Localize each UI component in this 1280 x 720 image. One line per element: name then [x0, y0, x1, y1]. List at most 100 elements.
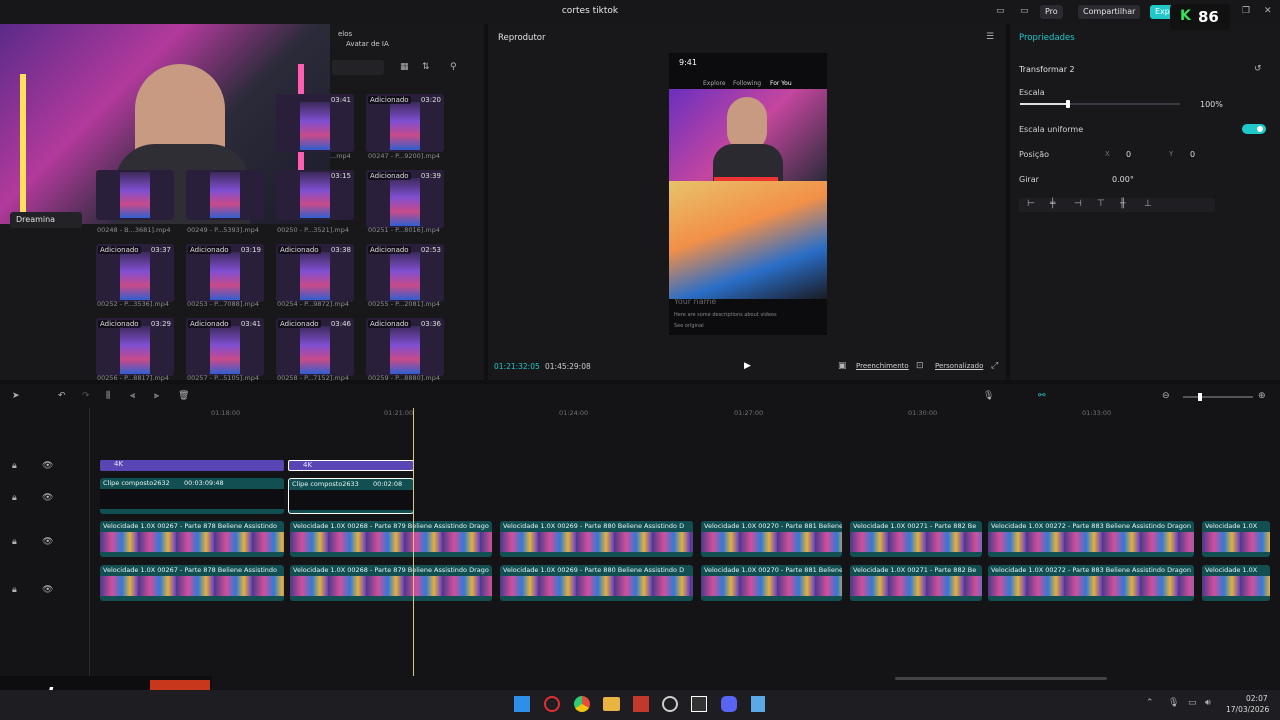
layout-icon[interactable]: ▭	[996, 6, 1005, 16]
align-middle-icon[interactable]: ╫	[1120, 199, 1125, 209]
clock-time[interactable]: 02:07	[1246, 694, 1268, 703]
video-clip[interactable]: Velocidade 1.0X 00269 - Parte 880 Belien…	[500, 565, 693, 601]
redo-icon[interactable]: ↷	[82, 391, 90, 401]
media-thumb[interactable]: Adicionado 03:19	[186, 244, 264, 302]
capcut-icon[interactable]	[691, 696, 707, 712]
media-thumb[interactable]: Adicionado 03:37	[96, 244, 174, 302]
fullscreen-icon[interactable]: ⤢	[991, 361, 998, 371]
chrome-icon[interactable]	[574, 696, 590, 712]
delete-icon[interactable]: 🗑	[178, 391, 189, 401]
video-clip[interactable]: Velocidade 1.0X	[1202, 565, 1270, 601]
media-thumb[interactable]: Adicionado 03:41	[186, 318, 264, 376]
video-clip[interactable]: Velocidade 1.0X 00267 - Parte 878 Belien…	[100, 521, 284, 557]
tab-models[interactable]: elos	[338, 30, 352, 38]
video-clip[interactable]: Velocidade 1.0X 00271 - Parte 882 Be	[850, 565, 982, 601]
filter-icon[interactable]: ⚲	[450, 62, 457, 72]
ratio-icon[interactable]: ▣	[838, 361, 847, 371]
undo-icon[interactable]: ↶	[58, 391, 66, 401]
grid-view-icon[interactable]: ▦	[400, 62, 409, 72]
video-clip[interactable]: Velocidade 1.0X 00270 - Parte 881 Belien…	[701, 521, 842, 557]
mic-icon[interactable]: 🎙	[983, 391, 994, 401]
track-lock-icon[interactable]: 🔒︎	[12, 585, 17, 595]
media-thumb[interactable]: Adicionado 02:53	[366, 244, 444, 302]
track-lock-icon[interactable]: 🔒︎	[12, 493, 17, 503]
sidebar-item-dreamina[interactable]: Dreamina	[10, 212, 82, 228]
layout-menu-icon[interactable]: ▭	[1020, 6, 1029, 16]
track-eye-icon[interactable]: 👁︎	[42, 493, 53, 503]
tray-chevron-icon[interactable]: ⌃	[1146, 698, 1154, 708]
track-eye-icon[interactable]: 👁︎	[42, 537, 53, 547]
reset-icon[interactable]: ↺	[1254, 64, 1262, 74]
select-tool-icon[interactable]: ➤	[12, 391, 20, 401]
video-clip[interactable]: Velocidade 1.0X 00270 - Parte 881 Belien…	[701, 565, 842, 601]
media-thumb[interactable]: 03:41	[276, 94, 354, 152]
media-thumb[interactable]: Adicionado 03:39	[366, 170, 444, 228]
video-clip[interactable]: Velocidade 1.0X	[1202, 521, 1270, 557]
clock-date[interactable]: 17/03/2026	[1226, 705, 1269, 714]
track-eye-icon[interactable]: 👁︎	[42, 461, 53, 471]
menu-icon[interactable]: ☰	[986, 32, 994, 42]
video-clip[interactable]: Velocidade 1.0X 00267 - Parte 878 Belien…	[100, 565, 284, 601]
mic-tray-icon[interactable]: 🎙	[1168, 698, 1179, 708]
timeline-scrollbar[interactable]	[895, 677, 1107, 680]
video-clip[interactable]: Velocidade 1.0X 00268 - Parte 879 Belien…	[290, 521, 492, 557]
search-input[interactable]	[332, 60, 384, 75]
close-icon[interactable]: ✕	[1264, 6, 1272, 16]
scale-value[interactable]: 100%	[1200, 100, 1223, 109]
magnet-icon[interactable]: ⚯	[1038, 391, 1046, 401]
align-top-icon[interactable]: ⊤	[1097, 199, 1105, 209]
media-thumb[interactable]	[186, 170, 264, 220]
start-icon[interactable]	[514, 696, 530, 712]
media-thumb[interactable]: Adicionado 03:38	[276, 244, 354, 302]
align-bottom-icon[interactable]: ⊥	[1144, 199, 1152, 209]
zoom-out-icon[interactable]: ⊖	[1162, 391, 1170, 401]
zoom-in-icon[interactable]: ⊕	[1258, 391, 1266, 401]
settings-icon[interactable]	[662, 696, 678, 712]
volume-icon[interactable]: 🔊︎	[1205, 698, 1211, 708]
media-thumb[interactable]: Adicionado 03:46	[276, 318, 354, 376]
play-icon[interactable]: ▶	[744, 361, 751, 371]
video-clip[interactable]: Velocidade 1.0X 00272 - Parte 883 Belien…	[988, 521, 1194, 557]
rotate-input[interactable]: 0.00°	[1112, 175, 1134, 184]
scale-slider-handle[interactable]	[1066, 100, 1070, 108]
compound-clip-selected[interactable]: Clipe composto2633 00:02:08	[288, 478, 414, 514]
video-clip[interactable]: Velocidade 1.0X 00271 - Parte 882 Be	[850, 521, 982, 557]
track-eye-icon[interactable]: 👁︎	[42, 585, 53, 595]
share-button[interactable]: Compartilhar	[1078, 5, 1141, 19]
track-lock-icon[interactable]: 🔒︎	[12, 537, 17, 547]
media-thumb[interactable]: 03:15	[276, 170, 354, 220]
effect-clip[interactable]: 4K	[100, 460, 284, 471]
custom-button[interactable]: Personalizado	[935, 362, 983, 370]
media-thumb[interactable]: Adicionado 03:29	[96, 318, 174, 376]
tab-ai-avatar[interactable]: Avatar de IA	[346, 40, 389, 48]
align-right-icon[interactable]: ⊣	[1074, 199, 1082, 209]
align-left-icon[interactable]: ⊢	[1027, 199, 1035, 209]
scale-slider[interactable]	[1020, 100, 1180, 108]
restore-icon[interactable]: ❐	[1242, 6, 1250, 16]
media-thumb[interactable]: Adicionado 03:36	[366, 318, 444, 376]
video-clip[interactable]: Velocidade 1.0X 00269 - Parte 880 Belien…	[500, 521, 693, 557]
pos-x-input[interactable]: 0	[1126, 150, 1131, 159]
opera-icon[interactable]	[544, 696, 560, 712]
split-icon[interactable]: ⫼	[106, 391, 110, 401]
media-thumb[interactable]	[96, 170, 174, 220]
zoom-slider[interactable]	[1183, 393, 1253, 401]
crop-icon[interactable]: ⊡	[916, 361, 924, 371]
video-clip[interactable]: Velocidade 1.0X 00268 - Parte 879 Belien…	[290, 565, 492, 601]
effect-clip-selected[interactable]: 4K	[288, 460, 414, 471]
app-icon[interactable]	[633, 696, 649, 712]
video-clip[interactable]: Velocidade 1.0X 00272 - Parte 883 Belien…	[988, 565, 1194, 601]
pos-y-input[interactable]: 0	[1190, 150, 1195, 159]
pro-button[interactable]: Pro	[1040, 5, 1063, 19]
fill-button[interactable]: Preenchimento	[856, 362, 909, 370]
network-icon[interactable]: ▭	[1188, 698, 1197, 708]
folder-icon[interactable]	[603, 697, 620, 711]
trim-left-icon[interactable]: ⫷	[130, 391, 135, 401]
align-center-icon[interactable]: ╪	[1050, 199, 1055, 209]
uniform-scale-toggle[interactable]	[1242, 124, 1266, 134]
playhead[interactable]	[413, 408, 414, 676]
notepad-icon[interactable]	[751, 696, 765, 712]
discord-icon[interactable]	[721, 696, 737, 712]
trim-right-icon[interactable]: ⫸	[154, 391, 159, 401]
media-thumb[interactable]: Adicionado 03:20	[366, 94, 444, 152]
